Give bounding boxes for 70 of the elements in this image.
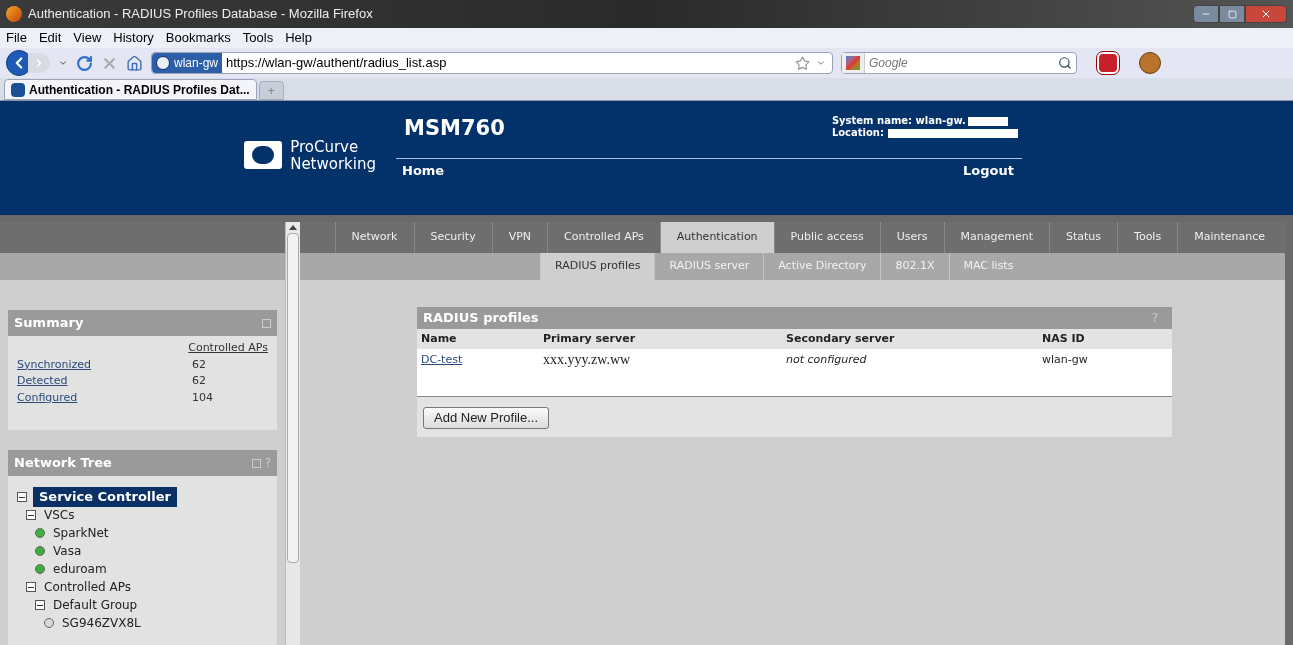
panel-title: Network Tree: [14, 454, 112, 473]
panel-title: Summary: [14, 314, 84, 333]
url-text: https://wlan-gw/authent/radius_list.asp: [226, 54, 447, 73]
table-cell-text: wlan-gw: [1042, 352, 1089, 368]
collapse-icon[interactable]: [26, 510, 36, 520]
window-title: Authentication - RADIUS Profiles Database - Mozilla Firefox: [28, 5, 373, 24]
home-icon[interactable]: [126, 54, 143, 72]
collapse-icon[interactable]: [35, 600, 45, 610]
column-header: Name: [421, 330, 458, 347]
brand-text: Networking: [290, 156, 376, 173]
column-header: Primary server: [543, 330, 637, 347]
history-dropdown-icon[interactable]: [58, 58, 68, 68]
summary-count: 62: [192, 356, 206, 373]
menu-item[interactable]: History: [113, 28, 154, 48]
add-profile-button[interactable]: Add New Profile...: [423, 406, 550, 429]
search-icon[interactable]: [1058, 56, 1072, 70]
site-identity-badge[interactable]: wlan-gw: [152, 53, 222, 73]
menu-item[interactable]: Tools: [242, 28, 274, 48]
browser-tab[interactable]: Authentication - RADIUS Profiles Dat...: [4, 79, 257, 100]
menu-item[interactable]: Bookmarks: [165, 28, 231, 48]
tree-item[interactable]: SG946ZVX8L: [60, 614, 143, 632]
search-placeholder: Google: [869, 55, 908, 72]
column-header: NAS ID: [1042, 330, 1086, 347]
profile-name-link[interactable]: DC-test: [421, 352, 543, 369]
search-field[interactable]: Google: [841, 52, 1077, 74]
summary-link[interactable]: Detected: [17, 373, 192, 390]
maximize-icon: [1227, 9, 1237, 19]
close-button[interactable]: [1245, 5, 1287, 23]
redaction-mark: [967, 116, 1008, 126]
brand-text: ProCurve: [290, 139, 360, 156]
maximize-button[interactable]: [1219, 5, 1245, 23]
minimize-button[interactable]: [1193, 5, 1219, 23]
tree-item[interactable]: SparkNet: [51, 524, 111, 542]
nav-tab[interactable]: Authentication: [659, 222, 774, 253]
location-label: Location:: [831, 127, 884, 139]
search-engine-icon[interactable]: [842, 53, 865, 73]
bookmark-star-icon[interactable]: [795, 55, 810, 71]
address-field[interactable]: wlan-gw https://wlan-gw/authent/radius_list.asp: [151, 52, 833, 74]
panel-title: RADIUS profiles: [423, 309, 539, 328]
summary-count: 62: [192, 373, 206, 389]
table-cell-text: not configured: [786, 352, 868, 368]
product-name: MSM760: [403, 115, 505, 142]
tree-item[interactable]: Default Group: [51, 596, 140, 614]
dropdown-icon[interactable]: [816, 58, 826, 68]
table-cell-text: xxx.yyy.zw.ww: [543, 352, 632, 368]
column-header: Secondary server: [786, 330, 896, 347]
reload-icon[interactable]: [76, 54, 93, 72]
menu-item[interactable]: Help: [285, 28, 312, 48]
tree-item[interactable]: VSCs: [42, 506, 77, 524]
tree-item[interactable]: Vasa: [51, 542, 84, 560]
scrollbar[interactable]: [285, 222, 300, 645]
tree-item[interactable]: Controlled APs: [42, 578, 133, 596]
home-link[interactable]: Home: [402, 160, 445, 180]
subnav-tab[interactable]: RADIUS profiles: [540, 253, 655, 280]
menu-item[interactable]: View: [73, 28, 102, 48]
collapse-icon[interactable]: [26, 582, 36, 592]
summary-link[interactable]: Synchronized: [17, 356, 192, 373]
collapse-icon[interactable]: [17, 492, 27, 502]
tree-item[interactable]: Service Controller: [33, 487, 177, 507]
hp-logo: [244, 141, 283, 169]
close-icon: [1260, 8, 1272, 20]
tree-item[interactable]: eduroam: [51, 560, 109, 578]
logout-link[interactable]: Logout: [963, 160, 1014, 180]
menu-item[interactable]: Edit: [38, 28, 62, 48]
system-name-text: System name: wlan-gw.: [831, 115, 966, 127]
summary-count: 104: [192, 389, 213, 406]
column-header: Controlled APs: [188, 340, 268, 356]
summary-link[interactable]: Configured: [17, 389, 192, 406]
stop-sign-icon[interactable]: [1097, 52, 1119, 74]
menu-item[interactable]: File: [6, 28, 27, 48]
